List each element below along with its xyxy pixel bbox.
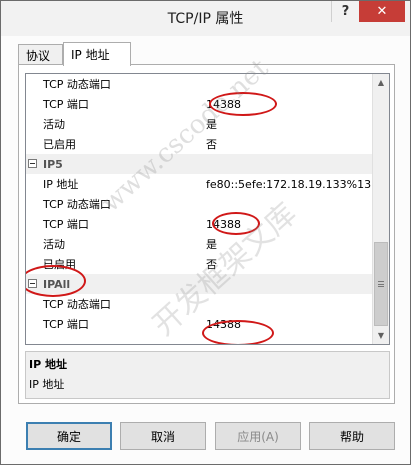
property-label: 活动 [43,118,65,131]
property-value[interactable]: 是 [206,236,217,252]
property-label: 已启用 [43,138,76,151]
property-value[interactable]: 否 [206,136,217,152]
property-value[interactable]: 14388 [206,318,241,331]
scroll-thumb[interactable] [374,242,388,326]
collapse-icon[interactable] [28,279,37,288]
property-row-tcp-port[interactable]: TCP 端口 14388 [26,94,373,114]
tab-ip-addresses-label: IP 地址 [71,48,110,62]
property-grid: TCP 动态端口 TCP 端口 14388 活动 是 已启用 否 IP5 IP … [25,73,390,345]
property-label: TCP 动态端口 [43,298,111,311]
ok-button[interactable]: 确定 [26,422,112,450]
help-title-button[interactable]: ? [331,1,359,22]
tab-ip-addresses[interactable]: IP 地址 [63,42,131,66]
property-row-active[interactable]: 活动 是 [26,114,373,134]
collapse-icon[interactable] [28,159,37,168]
description-panel: IP 地址 IP 地址 [25,351,390,399]
dialog-buttons: 确定 取消 应用(A) 帮助 [1,416,410,456]
property-value[interactable]: 否 [206,256,217,272]
section-label: IP5 [43,157,63,171]
cancel-button[interactable]: 取消 [120,422,206,450]
property-row-enabled[interactable]: 已启用 否 [26,254,373,274]
property-label: 已启用 [43,258,76,271]
question-icon: ? [341,4,350,19]
grip-icon [378,281,384,287]
property-row-ip-address[interactable]: IP 地址 fe80::5efe:172.18.19.133%13 [26,174,373,194]
property-row-active[interactable]: 活动 是 [26,234,373,254]
close-button[interactable]: ✕ [359,1,405,22]
property-value[interactable]: 14388 [206,218,241,231]
tcpip-properties-dialog: TCP/IP 属性 ? ✕ 协议 IP 地址 TCP 动态端口 TCP 端口 1… [0,0,411,465]
vertical-scrollbar[interactable]: ▲ ▼ [372,74,389,344]
property-row-tcp-port[interactable]: TCP 端口 14388 [26,214,373,234]
property-value[interactable]: fe80::5efe:172.18.19.133%13 [206,178,371,191]
help-button[interactable]: 帮助 [309,422,395,450]
tab-protocol[interactable]: 协议 [18,44,63,65]
property-label: TCP 动态端口 [43,78,111,91]
description-text: IP 地址 [29,378,65,391]
property-row-tcp-dynamic-ports[interactable]: TCP 动态端口 [26,74,373,94]
property-rows: TCP 动态端口 TCP 端口 14388 活动 是 已启用 否 IP5 IP … [26,74,373,334]
property-row-tcp-dynamic-ports[interactable]: TCP 动态端口 [26,194,373,214]
tab-panel: TCP 动态端口 TCP 端口 14388 活动 是 已启用 否 IP5 IP … [18,64,395,404]
property-row-tcp-dynamic-ports[interactable]: TCP 动态端口 [26,294,373,314]
tab-protocol-label: 协议 [26,48,51,63]
property-label: TCP 端口 [43,318,89,331]
apply-button[interactable]: 应用(A) [215,422,301,450]
property-label: TCP 动态端口 [43,198,111,211]
property-label: 活动 [43,238,65,251]
section-ip5[interactable]: IP5 [26,154,373,174]
section-ipall[interactable]: IPAll [26,274,373,294]
scroll-up-icon[interactable]: ▲ [373,74,389,91]
property-row-tcp-port[interactable]: TCP 端口 14388 [26,314,373,334]
property-value[interactable]: 14388 [206,98,241,111]
property-label: IP 地址 [43,178,79,191]
property-value[interactable]: 是 [206,116,217,132]
property-label: TCP 端口 [43,218,89,231]
title-bar[interactable]: TCP/IP 属性 ? ✕ [1,1,410,36]
section-label: IPAll [43,277,71,291]
property-row-enabled[interactable]: 已启用 否 [26,134,373,154]
description-title: IP 地址 [29,358,67,371]
property-label: TCP 端口 [43,98,89,111]
close-icon: ✕ [376,4,388,19]
scroll-down-icon[interactable]: ▼ [373,327,389,344]
